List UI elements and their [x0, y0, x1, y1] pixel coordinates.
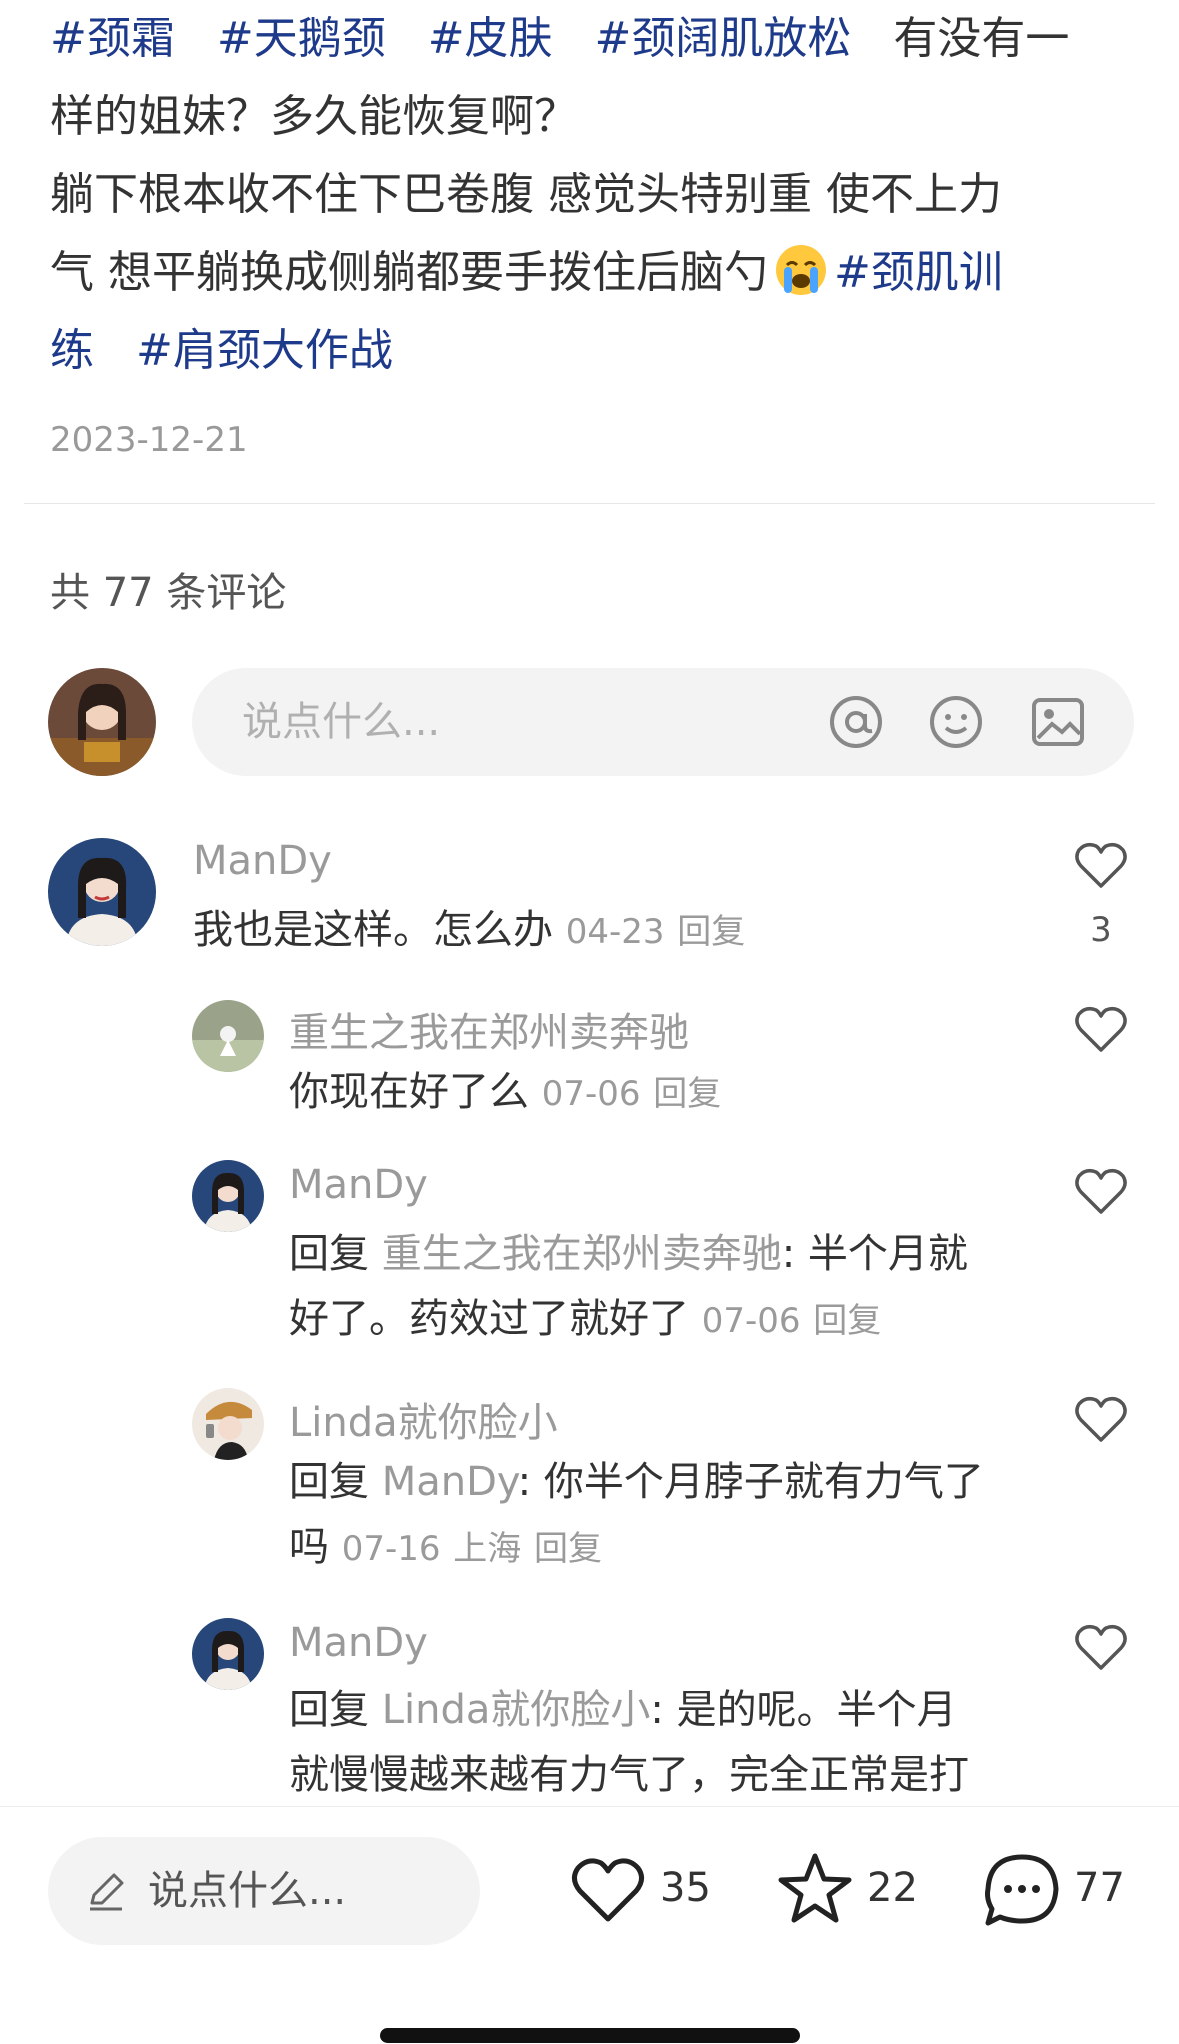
comment-count: 共 77 条评论 [50, 570, 287, 616]
emoji-icon[interactable] [928, 694, 984, 750]
bottom-comment-input[interactable]: 说点什么... [48, 1837, 480, 1945]
comment-body: 你现在好了么 [289, 1069, 529, 1115]
current-user-avatar[interactable] [48, 668, 156, 776]
pencil-icon [90, 1873, 124, 1911]
heart-icon[interactable] [1074, 1166, 1128, 1216]
post-text: 气 想平躺换成侧躺都要手拨住后脑勺 [50, 247, 768, 298]
comment-body: 好了。药效过了就好了 [289, 1296, 689, 1342]
favorite-count: 22 [867, 1865, 918, 1911]
crying-face-emoji-icon [776, 245, 826, 295]
comment-author[interactable]: 重生之我在郑州卖奔驰 [289, 1000, 689, 1058]
comment-text: 回复 重生之我在郑州卖奔驰: 半个月就 好了。药效过了就好了 07-06 回复 [289, 1222, 1029, 1354]
hashtag[interactable]: #肩颈大作战 [136, 325, 393, 376]
reply-target[interactable]: Linda就你脸小 [382, 1687, 651, 1733]
post-line-3: 躺下根本收不住下巴卷腹 感觉头特别重 使不上力 [50, 169, 1002, 220]
comment-line: 回复 ManDy: 你半个月脖子就有力气了 [289, 1450, 1049, 1515]
home-indicator[interactable] [380, 2028, 800, 2043]
comment-line: 就慢慢越来越有力气了，完全正常是打 [289, 1752, 969, 1798]
avatar[interactable] [48, 838, 156, 946]
divider [24, 503, 1155, 504]
post-line-2: 样的姐妹？多久能恢复啊？ [50, 91, 578, 142]
comment-body: : 是的呢。半个月 [650, 1687, 957, 1733]
comment-body: : 半个月就 [781, 1231, 968, 1277]
avatar[interactable] [192, 1160, 264, 1232]
comment-date: 07-16 [341, 1529, 441, 1569]
hashtag[interactable]: #颈肌训 [834, 247, 1003, 298]
comment-body: : 你半个月脖子就有力气了 [517, 1459, 984, 1505]
reply-button[interactable]: 回复 [677, 912, 745, 952]
image-icon[interactable] [1030, 694, 1086, 750]
comment-icon[interactable] [982, 1851, 1062, 1929]
avatar[interactable] [192, 1618, 264, 1690]
hashtag[interactable]: 练 [50, 325, 94, 376]
comment-date: 07-06 [701, 1301, 801, 1341]
reply-prefix: 回复 [289, 1231, 369, 1277]
reply-prefix: 回复 [289, 1459, 369, 1505]
comment-author[interactable]: ManDy [289, 1162, 428, 1208]
avatar[interactable] [192, 1000, 264, 1072]
comment-line: 吗 07-16 上海 回复 [289, 1515, 1049, 1582]
reply-button[interactable]: 回复 [813, 1301, 881, 1341]
heart-icon[interactable] [570, 1855, 646, 1925]
reply-button[interactable]: 回复 [653, 1074, 721, 1114]
post-line-1: #颈霜 #天鹅颈 #皮肤 #颈阔肌放松 有没有一 [50, 0, 1110, 78]
post-date: 2023-12-21 [50, 420, 248, 460]
post-line-4: 气 想平躺换成侧躺都要手拨住后脑勺 #颈肌训 [50, 234, 1110, 312]
comment-input-placeholder: 说点什么... [242, 699, 441, 745]
post-body: #颈霜 #天鹅颈 #皮肤 #颈阔肌放松 有没有一 样的姐妹？多久能恢复啊？ 躺下… [50, 0, 1110, 390]
like-count: 3 [1090, 910, 1112, 950]
comment-line: 好了。药效过了就好了 07-06 回复 [289, 1287, 1029, 1354]
comment-total: 77 [1074, 1865, 1125, 1911]
reply-target[interactable]: ManDy [382, 1459, 518, 1505]
comment-text: 回复 Linda就你脸小: 是的呢。半个月 就慢慢越来越有力气了，完全正常是打 [289, 1678, 1049, 1808]
avatar[interactable] [192, 1388, 264, 1460]
reply-button[interactable]: 回复 [534, 1529, 602, 1569]
hashtag[interactable]: #颈霜 [50, 13, 175, 64]
comment-line: 回复 重生之我在郑州卖奔驰: 半个月就 [289, 1222, 1029, 1287]
post-line-5: 练 #肩颈大作战 [50, 312, 1110, 390]
comment-body: 吗 [289, 1524, 329, 1570]
comment-line: 回复 Linda就你脸小: 是的呢。半个月 [289, 1678, 1049, 1743]
heart-icon[interactable] [1074, 1622, 1128, 1672]
reply-target[interactable]: 重生之我在郑州卖奔驰 [382, 1231, 782, 1277]
bottom-input-placeholder: 说点什么... [148, 1868, 347, 1914]
comment-input[interactable]: 说点什么... [192, 668, 1134, 776]
comment-date: 07-06 [541, 1074, 641, 1114]
reply-prefix: 回复 [289, 1687, 369, 1733]
heart-icon[interactable] [1074, 840, 1128, 890]
comment-text: 我也是这样。怎么办 04-23 回复 [193, 898, 745, 965]
comment-author[interactable]: ManDy [289, 1620, 428, 1666]
like-count: 35 [660, 1865, 711, 1911]
comment-text: 回复 ManDy: 你半个月脖子就有力气了 吗 07-16 上海 回复 [289, 1450, 1049, 1582]
heart-icon[interactable] [1074, 1004, 1128, 1054]
comment-date: 04-23 [565, 912, 665, 952]
at-icon[interactable] [828, 694, 884, 750]
hashtag[interactable]: #颈阔肌放松 [595, 13, 852, 64]
comment-location: 上海 [453, 1529, 522, 1569]
post-text: 有没有一 [893, 13, 1070, 64]
comment-text: 你现在好了么 07-06 回复 [289, 1060, 721, 1127]
hashtag[interactable]: #皮肤 [428, 13, 553, 64]
hashtag[interactable]: #天鹅颈 [217, 13, 386, 64]
star-icon[interactable] [776, 1851, 854, 1927]
comment-author[interactable]: ManDy [193, 838, 332, 884]
comment-body: 我也是这样。怎么办 [193, 907, 553, 953]
comment-author[interactable]: Linda就你脸小 [289, 1390, 558, 1448]
bottom-action-bar: 说点什么... 35 22 77 [0, 1806, 1179, 2044]
heart-icon[interactable] [1074, 1394, 1128, 1444]
